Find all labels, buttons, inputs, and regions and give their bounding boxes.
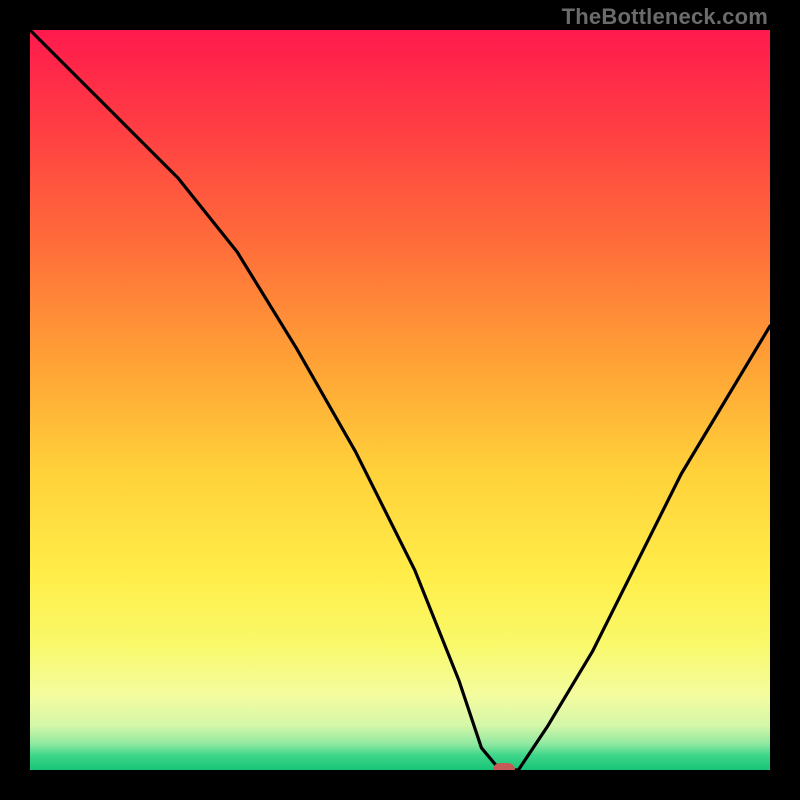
heat-gradient [30,30,770,770]
watermark-text: TheBottleneck.com [562,4,768,30]
plot-area [30,30,770,770]
chart-frame: TheBottleneck.com [0,0,800,800]
